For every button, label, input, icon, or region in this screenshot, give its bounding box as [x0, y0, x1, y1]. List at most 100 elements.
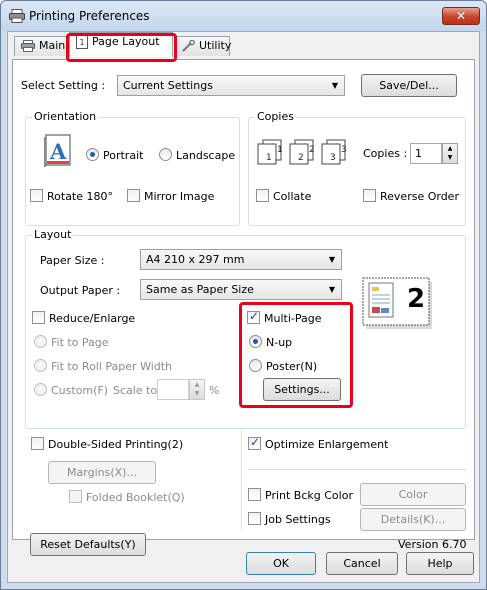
- fit-to-roll-radio[interactable]: [34, 359, 47, 372]
- rotate-180-checkbox[interactable]: [30, 189, 43, 202]
- svg-text:3: 3: [341, 145, 347, 155]
- version-label: Version 6.70: [398, 538, 467, 551]
- tab-main-label: Main: [39, 39, 66, 52]
- margins-button[interactable]: Margins(X)...: [48, 461, 156, 484]
- tab-page-layout[interactable]: 1 Page Layout: [69, 32, 173, 57]
- copies-spinner[interactable]: ▲ ▼: [442, 143, 458, 164]
- svg-text:1: 1: [80, 38, 85, 47]
- collate-pages-icon: 11 22 33: [257, 139, 347, 165]
- page-layout-panel: Select Setting : Current Settings ▼ Save…: [12, 59, 475, 556]
- vertical-divider: [241, 430, 242, 530]
- collate-label: Collate: [273, 190, 312, 203]
- rotate-180-label: Rotate 180°: [47, 190, 114, 203]
- folded-booklet-label: Folded Booklet(Q): [86, 491, 185, 504]
- paper-size-value: A4 210 x 297 mm: [146, 253, 245, 266]
- dialog-client-area: Main 1 Page Layout Utility Select Settin…: [7, 31, 480, 583]
- optimize-enlargement-label: Optimize Enlargement: [265, 438, 389, 451]
- svg-text:2: 2: [298, 153, 304, 163]
- reverse-order-checkbox[interactable]: [363, 189, 376, 202]
- fit-to-page-radio[interactable]: [34, 335, 47, 348]
- scale-to-label: Scale to: [113, 384, 158, 397]
- ok-button[interactable]: OK: [246, 552, 316, 575]
- details-button[interactable]: Details(K)...: [360, 508, 466, 531]
- tab-main[interactable]: Main: [14, 36, 70, 56]
- poster-radio[interactable]: [249, 359, 262, 372]
- output-paper-combo[interactable]: Same as Paper Size ▼: [140, 279, 342, 300]
- landscape-radio[interactable]: [159, 148, 172, 161]
- window-title: Printing Preferences: [29, 9, 150, 23]
- page-layout-icon: 1: [76, 35, 88, 49]
- save-del-button[interactable]: Save/Del...: [361, 74, 457, 97]
- chevron-down-icon: ▼: [328, 285, 335, 294]
- print-bckg-color-label: Print Bckg Color: [265, 489, 353, 502]
- job-settings-label: Job Settings: [265, 513, 331, 526]
- wrench-icon: [182, 40, 195, 52]
- portrait-label: Portrait: [103, 149, 144, 162]
- reverse-order-label: Reverse Order: [380, 190, 459, 203]
- layout-group: Layout Paper Size : A4 210 x 297 mm ▼ Ou…: [25, 228, 466, 429]
- nup-count: 2: [407, 284, 426, 314]
- orientation-group: Orientation A Portrait Landscape Rotate …: [25, 110, 240, 226]
- mirror-image-label: Mirror Image: [144, 190, 215, 203]
- copies-group: Copies 11 22 33 Copies : 1 ▲ ▼ Collate R…: [248, 110, 466, 226]
- multi-page-checkbox[interactable]: [247, 309, 260, 324]
- help-button[interactable]: Help: [406, 552, 474, 575]
- svg-text:1: 1: [266, 153, 272, 163]
- output-paper-value: Same as Paper Size: [146, 283, 254, 296]
- fit-to-page-label: Fit to Page: [51, 336, 109, 349]
- color-settings-button[interactable]: Color Settings(H)...: [360, 483, 466, 522]
- copies-group-title: Copies: [255, 110, 296, 123]
- tab-utility-label: Utility: [199, 39, 232, 52]
- copies-input[interactable]: 1: [410, 143, 442, 164]
- tab-utility[interactable]: Utility: [174, 36, 232, 56]
- output-paper-label: Output Paper :: [40, 284, 121, 297]
- percent-label: %: [209, 384, 220, 397]
- mirror-image-checkbox[interactable]: [127, 189, 140, 202]
- nup-label: N-up: [266, 336, 293, 349]
- folded-booklet-checkbox[interactable]: [69, 490, 82, 503]
- reset-defaults-button[interactable]: Reset Defaults(Y): [30, 533, 146, 556]
- chevron-down-icon: ▼: [331, 81, 338, 90]
- multi-page-settings-button[interactable]: Settings...: [263, 378, 341, 401]
- landscape-label: Landscape: [176, 149, 236, 162]
- close-button[interactable]: ✕: [442, 7, 480, 25]
- options-divider: [248, 469, 466, 470]
- svg-text:2: 2: [309, 145, 315, 155]
- paper-size-label: Paper Size :: [40, 254, 105, 267]
- copies-label: Copies :: [363, 147, 408, 160]
- poster-label: Poster(N): [266, 360, 318, 373]
- printing-preferences-window: Printing Preferences ✕ Main 1 Page Layou…: [0, 0, 487, 590]
- tab-page-layout-label: Page Layout: [92, 35, 160, 48]
- cancel-button[interactable]: Cancel: [326, 552, 398, 575]
- print-bckg-color-checkbox[interactable]: [248, 488, 261, 501]
- double-sided-label: Double-Sided Printing(2): [48, 438, 184, 451]
- svg-text:1: 1: [277, 145, 283, 155]
- nup-radio[interactable]: [249, 335, 262, 348]
- portrait-radio[interactable]: [86, 148, 99, 161]
- job-settings-checkbox[interactable]: [248, 512, 261, 525]
- select-setting-label: Select Setting :: [21, 79, 106, 92]
- portrait-preview-icon: A: [44, 134, 71, 167]
- layout-group-title: Layout: [32, 228, 74, 241]
- paper-size-combo[interactable]: A4 210 x 297 mm ▼: [140, 249, 342, 270]
- title-bar[interactable]: Printing Preferences ✕: [1, 1, 486, 31]
- scale-spinner[interactable]: ▲ ▼: [189, 379, 205, 400]
- optimize-enlargement-checkbox[interactable]: [248, 435, 261, 450]
- custom-label: Custom(F): [51, 384, 109, 397]
- multi-page-label: Multi-Page: [264, 312, 322, 325]
- collate-checkbox[interactable]: [256, 189, 269, 202]
- double-sided-checkbox[interactable]: [31, 437, 44, 450]
- reduce-enlarge-checkbox[interactable]: [32, 311, 45, 324]
- svg-text:A: A: [49, 139, 67, 164]
- printer-icon: [9, 9, 25, 23]
- reduce-enlarge-label: Reduce/Enlarge: [49, 312, 136, 325]
- custom-radio[interactable]: [34, 383, 47, 396]
- svg-text:3: 3: [330, 153, 336, 163]
- printer-icon: [21, 40, 35, 52]
- orientation-group-title: Orientation: [32, 110, 99, 123]
- chevron-down-icon: ▼: [328, 255, 335, 264]
- select-setting-value: Current Settings: [123, 79, 213, 92]
- select-setting-combo[interactable]: Current Settings ▼: [117, 75, 345, 96]
- scale-input[interactable]: [157, 379, 189, 400]
- fit-to-roll-label: Fit to Roll Paper Width: [51, 360, 173, 373]
